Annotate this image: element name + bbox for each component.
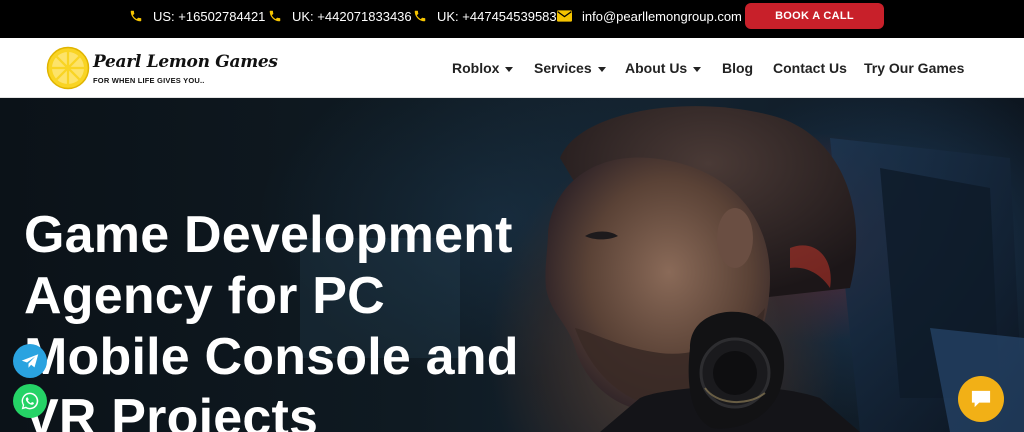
- nav-roblox[interactable]: Roblox: [452, 38, 514, 98]
- phone-number: UK: +447454539583: [437, 8, 557, 24]
- chat-icon: [971, 390, 991, 408]
- whatsapp-icon: [21, 392, 39, 410]
- book-a-call-button[interactable]: BOOK A CALL: [745, 3, 884, 29]
- hero-title-line: Mobile Console and: [24, 328, 519, 386]
- top-contact-bar: US: +16502784421 UK: +442071833436 UK: +…: [0, 0, 1024, 38]
- hero-title-line: Agency for PC: [24, 267, 385, 325]
- phone-link-us[interactable]: US: +16502784421: [129, 0, 265, 32]
- phone-icon: [269, 10, 281, 22]
- email-address: info@pearllemongroup.com: [582, 8, 742, 24]
- site-logo[interactable]: Pearl Lemon Games FOR WHEN LIFE GIVES YO…: [46, 45, 278, 91]
- nav-label: Try Our Games: [864, 60, 965, 76]
- nav-label: Roblox: [452, 60, 500, 76]
- nav-services[interactable]: Services: [534, 38, 606, 98]
- nav-try-our-games[interactable]: Try Our Games: [864, 38, 964, 98]
- phone-link-uk-1[interactable]: UK: +442071833436: [268, 0, 412, 32]
- nav-label: Contact Us: [773, 60, 847, 76]
- logo-tagline: FOR WHEN LIFE GIVES YOU..: [93, 76, 205, 85]
- caret-down-icon: [597, 66, 606, 72]
- telegram-icon: [21, 354, 39, 368]
- nav-label: Services: [534, 60, 592, 76]
- phone-icon: [414, 10, 426, 22]
- nav-about-us[interactable]: About Us: [625, 38, 702, 98]
- phone-number: UK: +442071833436: [292, 8, 412, 24]
- lemon-logo-icon: [46, 46, 90, 90]
- hero-title: Game Development Agency for PC Mobile Co…: [24, 205, 604, 432]
- nav-contact-us[interactable]: Contact Us: [773, 38, 847, 98]
- whatsapp-button[interactable]: [13, 384, 47, 418]
- nav-blog[interactable]: Blog: [722, 38, 753, 98]
- live-chat-button[interactable]: [958, 376, 1004, 422]
- nav-label: About Us: [625, 60, 688, 76]
- hero-title-line: VR Projects: [24, 389, 319, 432]
- caret-down-icon: [505, 66, 514, 72]
- main-navbar: Pearl Lemon Games FOR WHEN LIFE GIVES YO…: [0, 38, 1024, 98]
- telegram-button[interactable]: [13, 344, 47, 378]
- hero-banner: Game Development Agency for PC Mobile Co…: [0, 98, 1024, 432]
- phone-icon: [130, 10, 142, 22]
- envelope-icon: [557, 10, 572, 22]
- caret-down-icon: [693, 66, 702, 72]
- nav-label: Blog: [722, 60, 754, 76]
- phone-link-uk-2[interactable]: UK: +447454539583: [413, 0, 557, 32]
- phone-number: US: +16502784421: [153, 8, 266, 24]
- email-link[interactable]: info@pearllemongroup.com: [557, 0, 742, 32]
- logo-wordmark: Pearl Lemon Games: [93, 52, 278, 72]
- hero-title-line: Game Development: [24, 206, 513, 264]
